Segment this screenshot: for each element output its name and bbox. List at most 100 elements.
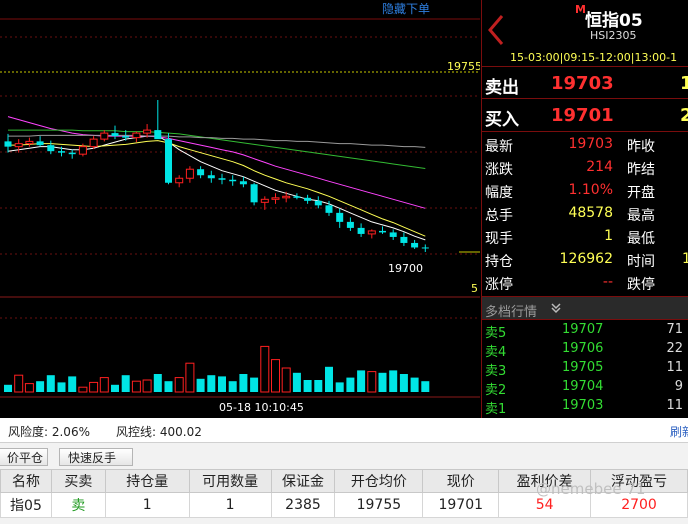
- volume-bar: [164, 381, 173, 392]
- risk-control-line: 风控线: 400.02: [116, 425, 202, 439]
- quick-reverse-button[interactable]: 快速反手: [59, 448, 133, 466]
- volume-bar: [346, 377, 355, 392]
- quote-row-label-secondary: 时间: [627, 254, 655, 270]
- candle-body: [47, 145, 55, 152]
- volume-bar: [228, 381, 237, 392]
- quote-row-value: 214: [586, 159, 613, 175]
- quote-row-value: 126962: [559, 251, 613, 267]
- volume-bar: [174, 377, 184, 393]
- quote-row-label-secondary: 跌停: [627, 277, 655, 293]
- trading-sessions: 15-03:00|09:15-12:00|13:00-1: [510, 51, 678, 64]
- depth-level-label: 卖3: [485, 364, 507, 379]
- candle-body: [400, 236, 408, 243]
- column-header[interactable]: 名称: [0, 469, 52, 493]
- volume-bar: [325, 366, 333, 392]
- quote-row-label-secondary: 最高: [627, 208, 655, 224]
- depth-level-label: 卖4: [485, 345, 507, 360]
- crosshair-time-label: 05-18 10:10:45: [219, 401, 304, 414]
- quote-row-label: 持仓: [485, 254, 513, 270]
- column-header[interactable]: 可用数量: [188, 469, 272, 493]
- candle-body: [389, 232, 397, 237]
- volume-bar: [46, 375, 55, 392]
- divider: [482, 319, 688, 320]
- trading-panel: 风险度: 2.06% 风控线: 400.02 刷新 价平仓 快速反手 名称买卖持…: [0, 418, 688, 524]
- quote-panel: M 恒指05 HSI2305 15-03:00|09:15-12:00|13:0…: [481, 0, 688, 418]
- volume-bar: [239, 374, 248, 392]
- candle-body: [218, 178, 226, 180]
- volume-bar: [421, 381, 430, 392]
- ask-label: 卖出: [485, 78, 519, 98]
- ask-volume: 1: [680, 73, 688, 94]
- candle-body: [239, 181, 247, 185]
- volume-bar: [314, 380, 323, 392]
- column-header[interactable]: 持仓量: [104, 469, 190, 493]
- volume-bar: [399, 374, 408, 392]
- volume-bar: [281, 367, 291, 393]
- last-price-label: 19700: [388, 262, 423, 275]
- open-price-label: 19755: [447, 60, 480, 73]
- quote-row-label: 现手: [485, 231, 513, 247]
- divider: [482, 131, 688, 132]
- quote-row-value: 1.10%: [568, 182, 613, 198]
- quote-row-extra: 1: [682, 251, 688, 267]
- candle-body: [197, 169, 205, 176]
- volume-bar: [292, 372, 301, 392]
- candle-body: [229, 179, 237, 182]
- depth-price: 19707: [562, 322, 604, 337]
- candle-body: [379, 230, 386, 233]
- close-position-button[interactable]: 价平仓: [0, 448, 48, 466]
- chart-background: [0, 0, 480, 418]
- depth-title: 多档行情: [485, 305, 538, 320]
- candle-body: [421, 247, 429, 249]
- candle-body: [411, 242, 419, 248]
- candle-body: [68, 152, 76, 155]
- depth-level-label: 卖5: [485, 326, 507, 341]
- candle-body: [25, 140, 34, 145]
- column-header[interactable]: 现价: [422, 469, 500, 493]
- candle-body: [314, 200, 322, 206]
- cell-avail: 1: [188, 492, 272, 518]
- instrument-name: 恒指05: [585, 11, 643, 31]
- volume-bar: [218, 376, 226, 392]
- kline-chart[interactable]: 隐藏下单 19755 19700 5 05-18 10:10:45: [0, 0, 480, 418]
- candle-body: [260, 198, 269, 203]
- cell-side: 卖: [50, 492, 106, 518]
- volume-bar: [111, 384, 119, 392]
- candle-body: [346, 221, 354, 228]
- double-chevron-down-icon[interactable]: [550, 302, 562, 314]
- depth-price: 19704: [562, 379, 604, 394]
- volume-bar: [121, 375, 130, 392]
- column-header[interactable]: 保证金: [270, 469, 336, 493]
- cell-current: 19701: [422, 492, 500, 518]
- refresh-link[interactable]: 刷新: [670, 423, 688, 440]
- volume-bar: [250, 377, 259, 392]
- depth-volume: 11: [666, 398, 683, 413]
- axis-edge-label: 5: [471, 282, 478, 295]
- quote-row-value: 48578: [568, 205, 613, 221]
- volume-bar: [303, 380, 312, 392]
- quote-row-label-secondary: 昨收: [627, 139, 655, 155]
- column-header[interactable]: 买卖: [50, 469, 106, 493]
- volume-bar: [89, 381, 99, 393]
- quote-row-label-secondary: 开盘: [627, 185, 655, 201]
- divider: [482, 98, 688, 99]
- account-bar: [0, 418, 688, 443]
- depth-volume: 71: [666, 322, 683, 337]
- volume-bar: [57, 382, 66, 392]
- candle-body: [122, 136, 130, 138]
- candle-body: [325, 205, 333, 213]
- volume-bar: [4, 384, 12, 392]
- volume-bar: [410, 377, 419, 392]
- volume-bar: [68, 376, 77, 392]
- volume-bar: [367, 371, 377, 393]
- column-header[interactable]: 开仓均价: [334, 469, 424, 493]
- cell-margin: 2385: [270, 492, 336, 518]
- chevron-left-icon[interactable]: [486, 14, 506, 46]
- candle-body: [14, 143, 23, 148]
- hide-order-link[interactable]: 隐藏下单: [382, 2, 430, 16]
- volume-bar: [99, 377, 109, 393]
- cell-qty: 1: [104, 492, 190, 518]
- candle-body: [165, 139, 172, 183]
- bid-price: 19701: [551, 105, 614, 126]
- candle-body: [357, 227, 365, 234]
